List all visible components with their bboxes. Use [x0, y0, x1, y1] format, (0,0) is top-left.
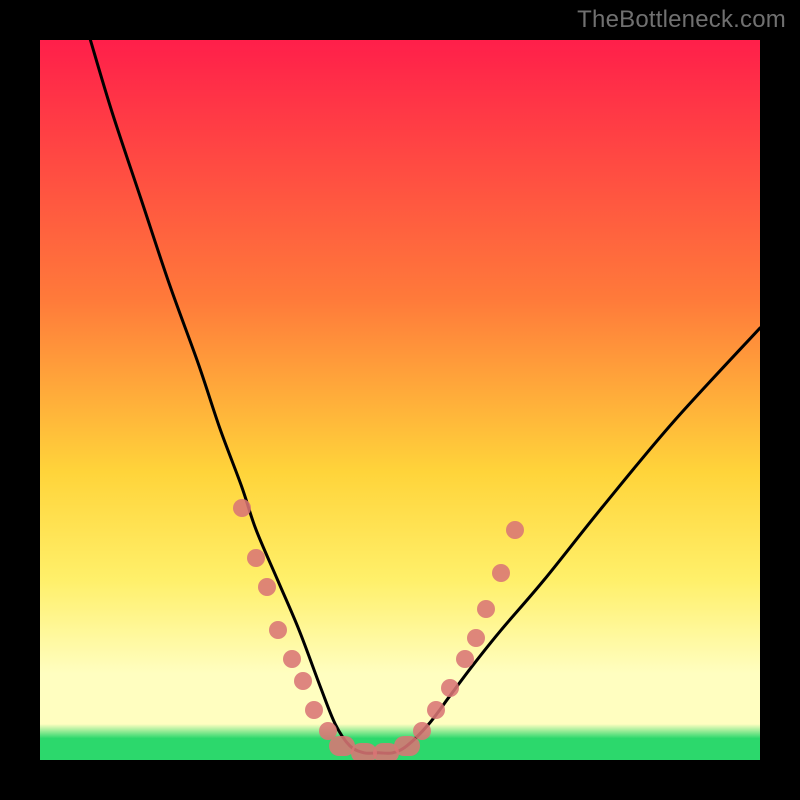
sample-marker: [492, 564, 510, 582]
plot-area: [40, 40, 760, 760]
sample-marker: [413, 722, 431, 740]
sample-marker: [506, 521, 524, 539]
sample-marker: [233, 499, 251, 517]
sample-marker: [427, 701, 445, 719]
sample-marker: [269, 621, 287, 639]
sample-marker: [467, 629, 485, 647]
background-gradient: [40, 40, 760, 760]
sample-marker: [258, 578, 276, 596]
watermark-text: TheBottleneck.com: [577, 6, 786, 34]
sample-marker: [294, 672, 312, 690]
sample-marker: [456, 650, 474, 668]
sample-marker: [305, 701, 323, 719]
chart-stage: TheBottleneck.com: [0, 0, 800, 800]
